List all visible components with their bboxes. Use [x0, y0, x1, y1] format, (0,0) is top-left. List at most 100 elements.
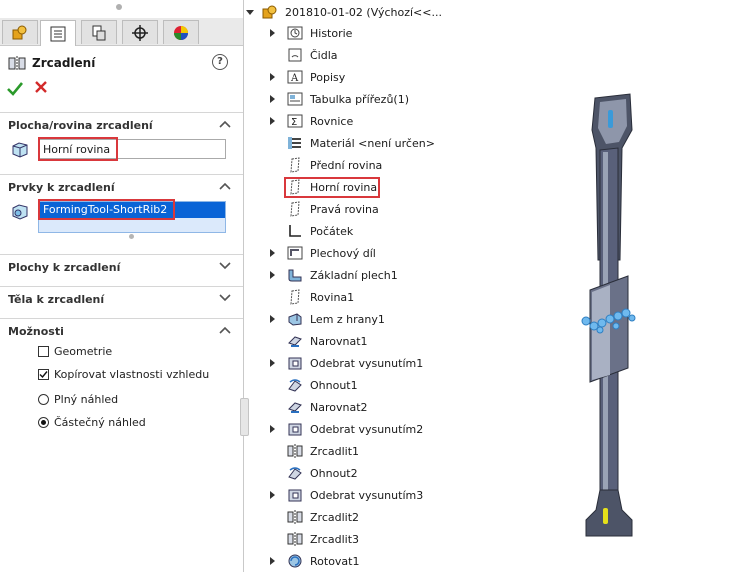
tree-item-label[interactable]: Tabulka přířezů(1): [310, 93, 409, 106]
copy-appearance-label: Kopírovat vlastnosti vzhledu: [54, 367, 210, 381]
faces-section-header[interactable]: Plochy k zrcadlení: [0, 254, 243, 279]
full-preview-radio[interactable]: [38, 393, 49, 405]
tree-item-label[interactable]: Historie: [310, 27, 352, 40]
fold-icon: [288, 467, 302, 480]
tree-item-label[interactable]: Rovnice: [310, 115, 353, 128]
expand-arrow-icon[interactable]: [270, 249, 275, 257]
tree-item-label[interactable]: Ohnout1: [310, 379, 358, 392]
mirror-icon: [287, 510, 303, 524]
tree-item-label[interactable]: Materiál <není určen>: [310, 137, 435, 150]
geometry-checkbox[interactable]: [38, 345, 49, 357]
svg-text:A: A: [290, 73, 299, 84]
configuration-manager-tab[interactable]: [81, 20, 117, 44]
tree-item-label[interactable]: Pravá rovina: [310, 203, 379, 216]
svg-text:Σ: Σ: [291, 117, 297, 128]
tree-item-label[interactable]: Odebrat vysunutím3: [310, 489, 423, 502]
tree-item-label[interactable]: Ohnout2: [310, 467, 358, 480]
expand-arrow-icon[interactable]: [270, 117, 275, 125]
expand-arrow-icon[interactable]: [270, 315, 275, 323]
tree-item-label[interactable]: Narovnat1: [310, 335, 368, 348]
tree-item-label[interactable]: Odebrat vysunutím2: [310, 423, 423, 436]
cancel-x-icon[interactable]: [34, 80, 48, 94]
tree-item-label[interactable]: Odebrat vysunutím1: [310, 357, 423, 370]
tree-item-label[interactable]: Počátek: [310, 225, 353, 238]
appearance-tab[interactable]: [163, 20, 199, 44]
features-section-label: Prvky k zrcadlení: [8, 181, 115, 194]
expand-arrow-icon[interactable]: [270, 95, 275, 103]
chevron-up-icon[interactable]: [219, 182, 231, 190]
radio-dot: [41, 419, 46, 425]
tree-item-label[interactable]: Čidla: [310, 49, 338, 62]
full-preview-label: Plný náhled: [54, 392, 119, 406]
tree-item-label[interactable]: Zrcadlit2: [310, 511, 359, 524]
tree-item-label[interactable]: Zrcadlit1: [310, 445, 359, 458]
tree-item-label[interactable]: Lem z hrany1: [310, 313, 385, 326]
top-blue-slot: [608, 110, 613, 128]
copy-appearance-checkbox[interactable]: [38, 368, 49, 380]
mirror-face-highlight: [38, 137, 118, 161]
partial-preview-option[interactable]: Částečný náhled: [38, 414, 146, 430]
cut-list-icon: [287, 92, 303, 106]
expand-arrow-icon[interactable]: [270, 557, 275, 565]
partial-preview-label: Částečný náhled: [54, 415, 146, 429]
panel-collapse-handle[interactable]: [240, 398, 249, 436]
equations-icon: Σ: [287, 114, 303, 128]
tree-item-label[interactable]: Přední rovina: [310, 159, 382, 172]
tree-item-label[interactable]: Narovnat2: [310, 401, 368, 414]
plane-icon: [290, 289, 300, 305]
expand-arrow-icon[interactable]: [270, 73, 275, 81]
rotate-icon: [288, 554, 302, 568]
tree-item-label[interactable]: Rotovat1: [310, 555, 359, 568]
origin-icon: [289, 225, 301, 237]
tree-item-label[interactable]: Zrcadlit3: [310, 533, 359, 546]
chevron-up-icon[interactable]: [219, 120, 231, 128]
chevron-down-icon[interactable]: [219, 294, 231, 302]
expand-arrow-icon[interactable]: [270, 491, 275, 499]
options-section-header[interactable]: Možnosti: [0, 318, 243, 343]
cut-extrude-icon: [288, 423, 302, 436]
mirror-face-section-header[interactable]: Plocha/rovina zrcadlení: [0, 112, 243, 137]
root-collapse-arrow[interactable]: [246, 10, 254, 15]
expand-arrow-icon[interactable]: [270, 29, 275, 37]
expand-arrow-icon[interactable]: [270, 359, 275, 367]
mirror-icon: [287, 444, 303, 458]
list-resize-handle[interactable]: [129, 234, 134, 239]
help-button[interactable]: ?: [212, 54, 228, 70]
configuration-manager-icon: [92, 25, 106, 40]
tree-item-label[interactable]: Plechový díl: [310, 247, 376, 260]
tree-item-label[interactable]: Popisy: [310, 71, 345, 84]
bodies-section-header[interactable]: Těla k zrcadlení: [0, 286, 243, 311]
crosshair-icon: [132, 24, 148, 41]
annotations-icon: A: [287, 70, 303, 84]
tree-item-label[interactable]: Rovina1: [310, 291, 354, 304]
options-section-label: Možnosti: [8, 325, 64, 338]
feature-title-label: Zrcadlení: [32, 56, 96, 70]
cut-extrude-icon: [288, 357, 302, 370]
plane-icon: [290, 201, 300, 217]
tree-root-label[interactable]: 201810-01-02 (Výchozí<<...: [285, 6, 442, 19]
expand-arrow-icon[interactable]: [270, 271, 275, 279]
property-manager-icon: [50, 26, 66, 41]
features-section-header[interactable]: Prvky k zrcadlení: [0, 174, 243, 199]
feature-manager-tab[interactable]: [2, 20, 38, 44]
chevron-down-icon[interactable]: [219, 262, 231, 270]
sensors-icon: [288, 48, 302, 62]
geometry-option[interactable]: Geometrie: [38, 343, 112, 359]
dimxpert-tab[interactable]: [122, 20, 158, 44]
ok-checkmark-icon[interactable]: [7, 80, 23, 96]
partial-preview-radio[interactable]: [38, 416, 49, 428]
plane-icon: [290, 157, 300, 173]
full-preview-option[interactable]: Plný náhled: [38, 391, 118, 407]
expand-arrow-icon[interactable]: [270, 425, 275, 433]
bottom-yellow-slot: [603, 508, 608, 524]
feature-list-icon: [12, 204, 28, 220]
tree-item-label[interactable]: Základní plech1: [310, 269, 398, 282]
panel-grip[interactable]: [116, 4, 122, 10]
chevron-up-icon[interactable]: [219, 326, 231, 334]
copy-appearance-option[interactable]: Kopírovat vlastnosti vzhledu: [38, 366, 209, 382]
tree-highlight-top-plane: [284, 177, 380, 198]
appearance-ball-icon: [174, 25, 188, 40]
property-manager-tab[interactable]: [40, 20, 76, 46]
part-viewport[interactable]: [570, 90, 650, 540]
faces-section-label: Plochy k zrcadlení: [8, 261, 121, 274]
